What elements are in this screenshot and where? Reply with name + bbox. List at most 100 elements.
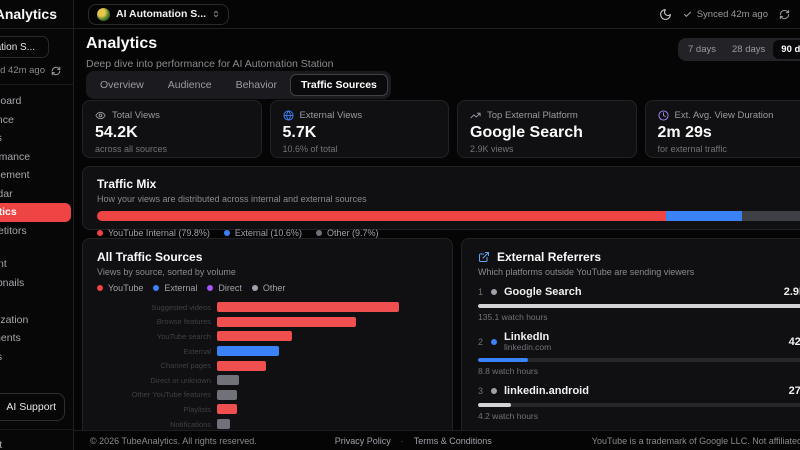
sidebar-sync-text: Synced 42m ago <box>0 65 45 76</box>
sidebar-section-gap <box>0 240 73 255</box>
range-90-days[interactable]: 90 days <box>773 40 800 59</box>
clock-icon <box>657 110 669 121</box>
tab-audience[interactable]: Audience <box>157 74 223 96</box>
sidebar-sync-status: Synced 42m ago <box>0 65 73 76</box>
legend-item: YouTube <box>97 283 143 293</box>
chart-bar <box>217 404 237 415</box>
sidebar-item-engagement[interactable]: Engagement <box>0 166 71 185</box>
mix-segment-other <box>741 211 800 221</box>
legend-item: Other <box>251 283 285 293</box>
traffic-mix-card: Traffic Mix How your views are distribut… <box>82 166 800 238</box>
sidebar-item-ideas[interactable]: Ideas <box>0 366 71 385</box>
sidebar-item-audience[interactable]: Audience <box>0 111 71 130</box>
stat-value: 54.2K <box>95 124 138 141</box>
platform-dot <box>491 338 497 345</box>
referrers-title: External Referrers <box>497 250 602 264</box>
legend-item: Other (9.7%) <box>315 228 378 238</box>
legend-dot <box>251 285 258 291</box>
chart-row: External <box>97 344 438 359</box>
referrer-row: 1 Google Search 2.9K 135.1 watch hours <box>478 286 800 322</box>
sidebar-item-scripts[interactable]: Scripts <box>0 348 71 367</box>
channel-avatar <box>97 7 110 21</box>
stat-label: Ext. Avg. View Duration <box>674 110 774 121</box>
chart-bar <box>217 360 266 371</box>
sidebar-item-competitors[interactable]: Competitors <box>0 222 71 241</box>
chart-bar <box>217 316 357 327</box>
sidebar-divider <box>0 84 73 85</box>
terms-link[interactable]: Terms & Conditions <box>414 436 492 446</box>
sidebar-channel-label: AI Automation S... <box>0 41 36 53</box>
all-sources-title: All Traffic Sources <box>97 250 203 264</box>
stat-sub: 2.9K views <box>470 144 514 154</box>
channel-selector[interactable]: AI Automation S... <box>88 3 230 25</box>
traffic-mix-subtitle: How your views are distributed across in… <box>97 194 367 204</box>
legend-dot <box>207 285 214 291</box>
footer-separator: · <box>400 435 404 446</box>
sidebar-item-logout[interactable]: Logout <box>0 436 71 450</box>
bottom-cards-row: All Traffic Sources Views by source, sor… <box>82 238 800 450</box>
app-logo: TubeAnalytics <box>0 6 57 22</box>
sidebar-item-content[interactable]: Content <box>0 255 71 274</box>
tab-traffic-sources[interactable]: Traffic Sources <box>290 74 388 96</box>
sidebar-item-optimization[interactable]: Optimization <box>0 311 71 330</box>
sidebar-item-dashboard[interactable]: Dashboard <box>0 92 71 111</box>
mix-segment-youtube-internal <box>97 211 667 221</box>
sidebar-item-calendar[interactable]: Calendar <box>0 185 71 204</box>
traffic-sources-bar-chart: Suggested videos Browse features YouTube… <box>97 300 438 446</box>
stat-card-avg-duration: Ext. Avg. View Duration 2m 29s for exter… <box>644 100 800 158</box>
dark-mode-toggle[interactable] <box>659 8 672 21</box>
sidebar-item-analytics[interactable]: Analytics <box>0 203 71 222</box>
privacy-policy-link[interactable]: Privacy Policy <box>335 436 391 446</box>
platform-dot <box>491 289 497 296</box>
refresh-icon[interactable] <box>779 9 790 20</box>
chart-row: Other YouTube features <box>97 388 438 403</box>
chart-row: Playlists <box>97 402 438 417</box>
external-link-icon <box>478 251 490 263</box>
sidebar-item-comments[interactable]: Comments <box>0 329 71 348</box>
sidebar-item-videos[interactable]: Videos <box>0 129 71 148</box>
sidebar-item-performance[interactable]: Performance <box>0 148 71 167</box>
legend-item: YouTube Internal (79.8%) <box>97 228 210 238</box>
range-28-days[interactable]: 28 days <box>724 40 773 59</box>
ai-support-button[interactable]: AI Support <box>0 392 65 421</box>
copyright-text: © 2026 TubeAnalytics. All rights reserve… <box>90 435 257 446</box>
check-icon <box>683 11 691 17</box>
external-referrers-card: External Referrers Which platforms outsi… <box>461 238 800 450</box>
page-header: Analytics Deep dive into performance for… <box>86 35 333 70</box>
globe-icon <box>282 110 294 121</box>
chart-row: Channel pages <box>97 358 438 373</box>
top-bar: AI Automation S... Synced 42m ago <box>74 0 800 29</box>
refresh-icon[interactable] <box>51 66 61 76</box>
chart-row: Direct or unknown <box>97 373 438 388</box>
stat-sub: 10.6% of total <box>282 144 338 154</box>
channel-name: AI Automation S... <box>116 8 207 20</box>
sidebar-channel-selector[interactable]: AI Automation S... <box>0 36 49 58</box>
traffic-mix-legend: YouTube Internal (79.8%) External (10.6%… <box>97 228 800 238</box>
app-window: TubeAnalytics AI Automation S... Synced … <box>0 0 800 450</box>
tab-overview[interactable]: Overview <box>89 74 155 96</box>
page-subtitle: Deep dive into performance for AI Automa… <box>86 58 334 70</box>
legend-dot <box>223 230 230 236</box>
sync-status: Synced 42m ago <box>683 9 768 20</box>
tab-behavior[interactable]: Behavior <box>225 74 288 96</box>
stat-card-top-platform: Top External Platform Google Search 2.9K… <box>457 100 637 158</box>
top-bar-right: Synced 42m ago <box>659 8 790 21</box>
stat-sub: across all sources <box>95 144 168 154</box>
sidebar-item-thumbnails[interactable]: Thumbnails <box>0 274 71 293</box>
legend-dot <box>97 230 103 236</box>
legend-dot <box>153 285 160 291</box>
date-range-control: 7 days 28 days 90 days 1 year <box>678 38 800 61</box>
referrer-bar <box>478 402 800 407</box>
sidebar-item-titles[interactable]: Titles <box>0 292 71 311</box>
sidebar: TubeAnalytics AI Automation S... Synced … <box>0 0 74 450</box>
all-traffic-sources-card: All Traffic Sources Views by source, sor… <box>82 238 453 444</box>
all-sources-subtitle: Views by source, sorted by volume <box>97 267 236 277</box>
stat-cards-row: Total Views 54.2K across all sources Ext… <box>82 100 800 158</box>
referrer-bar <box>478 303 800 308</box>
range-7-days[interactable]: 7 days <box>680 40 724 59</box>
page-title: Analytics <box>86 35 158 52</box>
chevrons-up-down-icon <box>212 10 220 18</box>
stat-label: Total Views <box>112 110 160 121</box>
stat-label: Top External Platform <box>487 110 578 121</box>
legend-item: External (10.6%) <box>223 228 302 238</box>
